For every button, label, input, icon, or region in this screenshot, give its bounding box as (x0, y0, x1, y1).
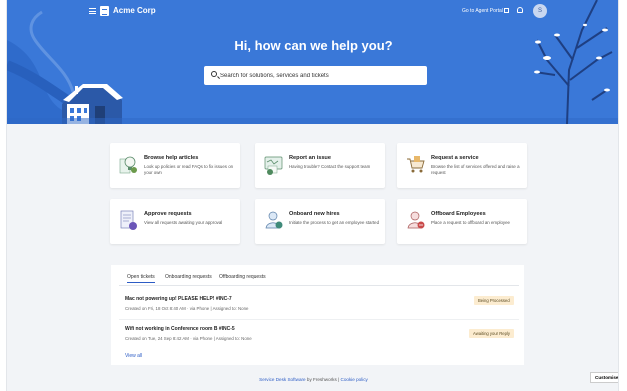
cart-icon (407, 156, 425, 173)
card-approve-requests[interactable]: Approve requests View all requests await… (110, 199, 240, 244)
ticket-meta: Created on Fri, 18 Oct 8:40 AM · via Pho… (125, 306, 249, 311)
card-report-an-issue[interactable]: Report an issue Having trouble? Contact … (255, 143, 385, 188)
ticket-assignee: Assigned to: None (215, 336, 252, 341)
card-description: Look up policies or read FAQs to fix iss… (144, 164, 234, 175)
customise-button[interactable]: Customise (590, 372, 618, 383)
ticket-created: Created on Fri, 18 Oct 8:40 AM (125, 306, 186, 311)
external-link-icon[interactable] (504, 8, 509, 13)
card-browse-help-articles[interactable]: Browse help articles Look up policies or… (110, 143, 240, 188)
offboard-icon (407, 211, 425, 229)
hero-banner: Acme Corp Go to Agent Portal S Hi, how c… (7, 0, 618, 124)
footer: Service Desk Software by Freshworks | Co… (7, 377, 618, 382)
card-description: Having trouble? Contact the support team (289, 164, 371, 169)
service-desk-link[interactable]: Service Desk Software (259, 377, 305, 382)
card-description: Browse the list of services offered and … (431, 164, 520, 175)
report-icon (264, 156, 283, 175)
search-icon (211, 71, 217, 77)
search-box[interactable] (204, 66, 427, 85)
tab-onboarding-requests[interactable]: Onboarding requests (165, 274, 212, 280)
search-input[interactable] (220, 66, 420, 85)
footer-separator: | (338, 377, 340, 382)
ticket-meta: Created on Tue, 24 Sep 8:42 AM · via Pho… (125, 336, 252, 341)
tabs-divider (119, 285, 519, 286)
bulb-icon (119, 156, 137, 174)
user-avatar[interactable]: S (533, 4, 547, 18)
card-title: Request a service (431, 155, 479, 161)
agent-portal-link[interactable]: Go to Agent Portal (462, 8, 503, 14)
card-offboard-employees[interactable]: Offboard Employees Place a request to of… (397, 199, 527, 244)
card-title: Onboard new hires (289, 211, 340, 217)
hero-title: Hi, how can we help you? (234, 38, 393, 53)
notification-bell-icon[interactable] (517, 7, 523, 13)
card-description: Initiate the process to get an employee … (289, 220, 380, 225)
card-request-a-service[interactable]: Request a service Browse the list of ser… (397, 143, 527, 188)
tickets-panel: Open tickets Onboarding requests Offboar… (111, 265, 524, 365)
ticket-source: via Phone (192, 336, 213, 341)
hamburger-menu-icon[interactable] (89, 8, 96, 14)
tab-offboarding-requests[interactable]: Offboarding requests (219, 274, 266, 280)
brand-logo-icon (100, 6, 109, 16)
cookie-policy-link[interactable]: Cookie policy (341, 377, 368, 382)
row-divider (119, 319, 519, 320)
ticket-title[interactable]: Mac not powering up! PLEASE HELP! #INC-7 (125, 296, 232, 302)
top-navbar: Acme Corp Go to Agent Portal S (7, 0, 618, 24)
ticket-title[interactable]: Wifi not working in Conference room B #I… (125, 326, 235, 332)
tab-open-tickets[interactable]: Open tickets (127, 274, 155, 283)
brand-name[interactable]: Acme Corp (113, 6, 156, 15)
card-title: Report an issue (289, 155, 331, 161)
view-all-link[interactable]: View all (125, 353, 142, 359)
ticket-source: via Phone (189, 306, 210, 311)
ticket-created: Created on Tue, 24 Sep 8:42 AM (125, 336, 189, 341)
footer-by: by Freshworks (306, 377, 337, 382)
status-badge: Awaiting your Reply (469, 329, 514, 338)
card-title: Approve requests (144, 211, 192, 217)
status-badge: Being Processed (474, 296, 514, 305)
card-description: View all requests awaiting your approval (144, 220, 223, 225)
ticket-assignee: Assigned to: None (212, 306, 249, 311)
portal-page: Acme Corp Go to Agent Portal S Hi, how c… (6, 0, 619, 391)
onboard-icon (265, 211, 283, 229)
card-title: Browse help articles (144, 155, 199, 161)
card-description: Place a request to offboard an employee (431, 220, 511, 225)
approve-icon (120, 210, 137, 230)
card-onboard-new-hires[interactable]: Onboard new hires Initiate the process t… (255, 199, 385, 244)
card-title: Offboard Employees (431, 211, 486, 217)
